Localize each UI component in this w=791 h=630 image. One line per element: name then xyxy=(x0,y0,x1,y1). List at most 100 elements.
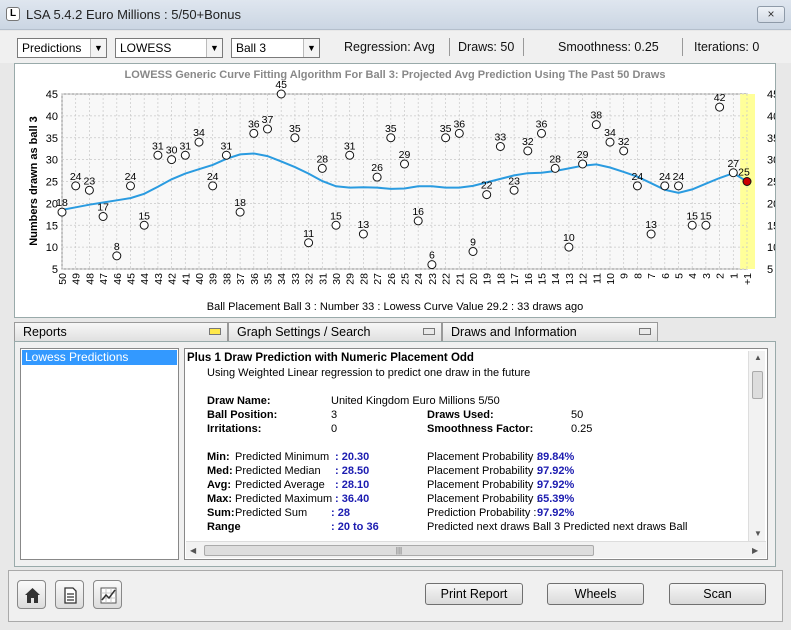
data-point xyxy=(468,247,478,256)
scan-button[interactable]: Scan xyxy=(669,583,766,605)
data-label: 23 xyxy=(508,175,520,187)
data-point xyxy=(221,150,231,160)
data-point xyxy=(537,128,546,138)
data-point xyxy=(605,137,615,147)
data-point xyxy=(167,155,177,165)
data-point xyxy=(413,216,423,226)
data-point xyxy=(98,212,108,221)
x-tick-label: 45 xyxy=(126,273,138,285)
chevron-down-icon: ▼ xyxy=(303,39,319,57)
scroll-thumb[interactable]: ||| xyxy=(204,545,594,556)
data-label: 17 xyxy=(97,202,109,214)
tab-reports[interactable]: Reports xyxy=(14,322,228,341)
x-tick-label: 21 xyxy=(454,273,466,285)
close-button[interactable]: × xyxy=(757,6,785,23)
y-tick-label-left: 40 xyxy=(46,111,58,123)
data-label: 42 xyxy=(714,92,726,104)
x-tick-label: 24 xyxy=(413,273,425,285)
data-point xyxy=(509,185,519,195)
list-item-lowess-predictions[interactable]: Lowess Predictions xyxy=(22,350,177,365)
home-button[interactable] xyxy=(17,580,46,609)
tab-collapse-icon[interactable] xyxy=(423,328,435,335)
x-tick-label: 14 xyxy=(550,273,562,285)
method-select[interactable]: LOWESS ▼ xyxy=(115,38,223,58)
min-key: Min: xyxy=(207,451,230,463)
range-label: Range xyxy=(207,521,241,533)
sum-key: Sum: xyxy=(207,507,235,519)
chart-button[interactable] xyxy=(93,580,122,609)
report-vertical-scrollbar[interactable]: ▲ ▼ xyxy=(748,351,765,541)
data-label: 29 xyxy=(399,149,411,161)
x-tick-label: 7 xyxy=(646,273,658,279)
tab-collapse-icon[interactable] xyxy=(209,328,221,335)
report-type-select[interactable]: Predictions ▼ xyxy=(17,38,107,58)
avg-key: Avg: xyxy=(207,479,232,491)
y-tick-label-right: 20 xyxy=(767,198,775,210)
data-point xyxy=(564,242,574,252)
x-tick-label: 49 xyxy=(71,273,83,285)
report-subtitle: Using Weighted Linear regression to pred… xyxy=(207,367,531,379)
x-tick-label: 11 xyxy=(591,273,603,284)
wheels-button[interactable]: Wheels xyxy=(547,583,644,605)
data-point xyxy=(235,207,245,217)
x-tick-label: 12 xyxy=(578,273,590,285)
tab-reports-label: Reports xyxy=(23,325,67,339)
med-key: Med: xyxy=(207,465,233,477)
data-label: 30 xyxy=(166,145,178,157)
data-label: 24 xyxy=(125,171,137,183)
tab-collapse-icon[interactable] xyxy=(639,328,651,335)
data-label: 23 xyxy=(84,175,96,187)
data-point xyxy=(126,181,135,191)
y-tick-label-right: 30 xyxy=(767,155,775,167)
min-value: : 20.30 xyxy=(335,451,370,463)
chart-panel[interactable]: 5510101515202025253030353540404545504948… xyxy=(14,63,776,318)
x-tick-label: 18 xyxy=(495,273,507,285)
data-label: 6 xyxy=(429,250,435,262)
x-tick-label: 28 xyxy=(358,273,370,285)
report-list[interactable]: Lowess Predictions xyxy=(20,348,179,560)
y-tick-label-right: 45 xyxy=(767,89,775,101)
x-tick-label: +1 xyxy=(742,273,754,285)
tab-draws-information[interactable]: Draws and Information xyxy=(442,322,658,341)
data-label: 28 xyxy=(549,153,561,165)
data-label: 24 xyxy=(207,171,219,183)
data-point xyxy=(701,220,711,230)
home-icon xyxy=(25,588,40,603)
x-tick-label: 32 xyxy=(304,273,316,285)
tab-graph-settings-label: Graph Settings / Search xyxy=(237,325,371,339)
x-tick-label: 38 xyxy=(221,273,233,285)
x-tick-label: 25 xyxy=(400,273,412,285)
scroll-up-icon[interactable]: ▲ xyxy=(754,353,762,362)
lowess-chart[interactable]: 5510101515202025253030353540404545504948… xyxy=(15,64,775,317)
data-label: 15 xyxy=(686,210,698,222)
data-point xyxy=(180,150,190,160)
scroll-thumb[interactable] xyxy=(752,371,763,399)
data-point xyxy=(153,150,163,160)
data-label: 10 xyxy=(563,232,575,244)
x-tick-label: 9 xyxy=(619,273,631,279)
x-tick-label: 1 xyxy=(728,273,740,279)
data-label: 9 xyxy=(470,237,476,249)
data-label: 24 xyxy=(632,171,644,183)
report-type-value: Predictions xyxy=(22,41,82,55)
data-label: 36 xyxy=(453,118,465,130)
scroll-left-icon[interactable]: ◀ xyxy=(190,546,196,555)
print-report-button[interactable]: Print Report xyxy=(425,583,523,605)
data-label: 35 xyxy=(289,123,301,135)
report-title: Plus 1 Draw Prediction with Numeric Plac… xyxy=(187,352,474,364)
scroll-down-icon[interactable]: ▼ xyxy=(754,529,762,538)
x-tick-label: 36 xyxy=(249,273,261,285)
min-prob-value: 89.84% xyxy=(537,451,575,463)
report-horizontal-scrollbar[interactable]: ◀ ||| ▶ xyxy=(186,541,766,558)
chart-status-text: Ball Placement Ball 3 : Number 33 : Lowe… xyxy=(207,301,583,313)
x-tick-label: 5 xyxy=(674,273,686,279)
data-label: 11 xyxy=(303,228,314,240)
avg-prob-value: 97.92% xyxy=(537,479,575,491)
ball-select[interactable]: Ball 3 ▼ xyxy=(231,38,320,58)
document-button[interactable] xyxy=(55,580,84,609)
report-content[interactable]: Plus 1 Draw Prediction with Numeric Plac… xyxy=(184,348,768,560)
data-point xyxy=(372,172,382,182)
data-point xyxy=(304,238,314,248)
scroll-right-icon[interactable]: ▶ xyxy=(752,546,758,555)
tab-graph-settings[interactable]: Graph Settings / Search xyxy=(228,322,442,341)
